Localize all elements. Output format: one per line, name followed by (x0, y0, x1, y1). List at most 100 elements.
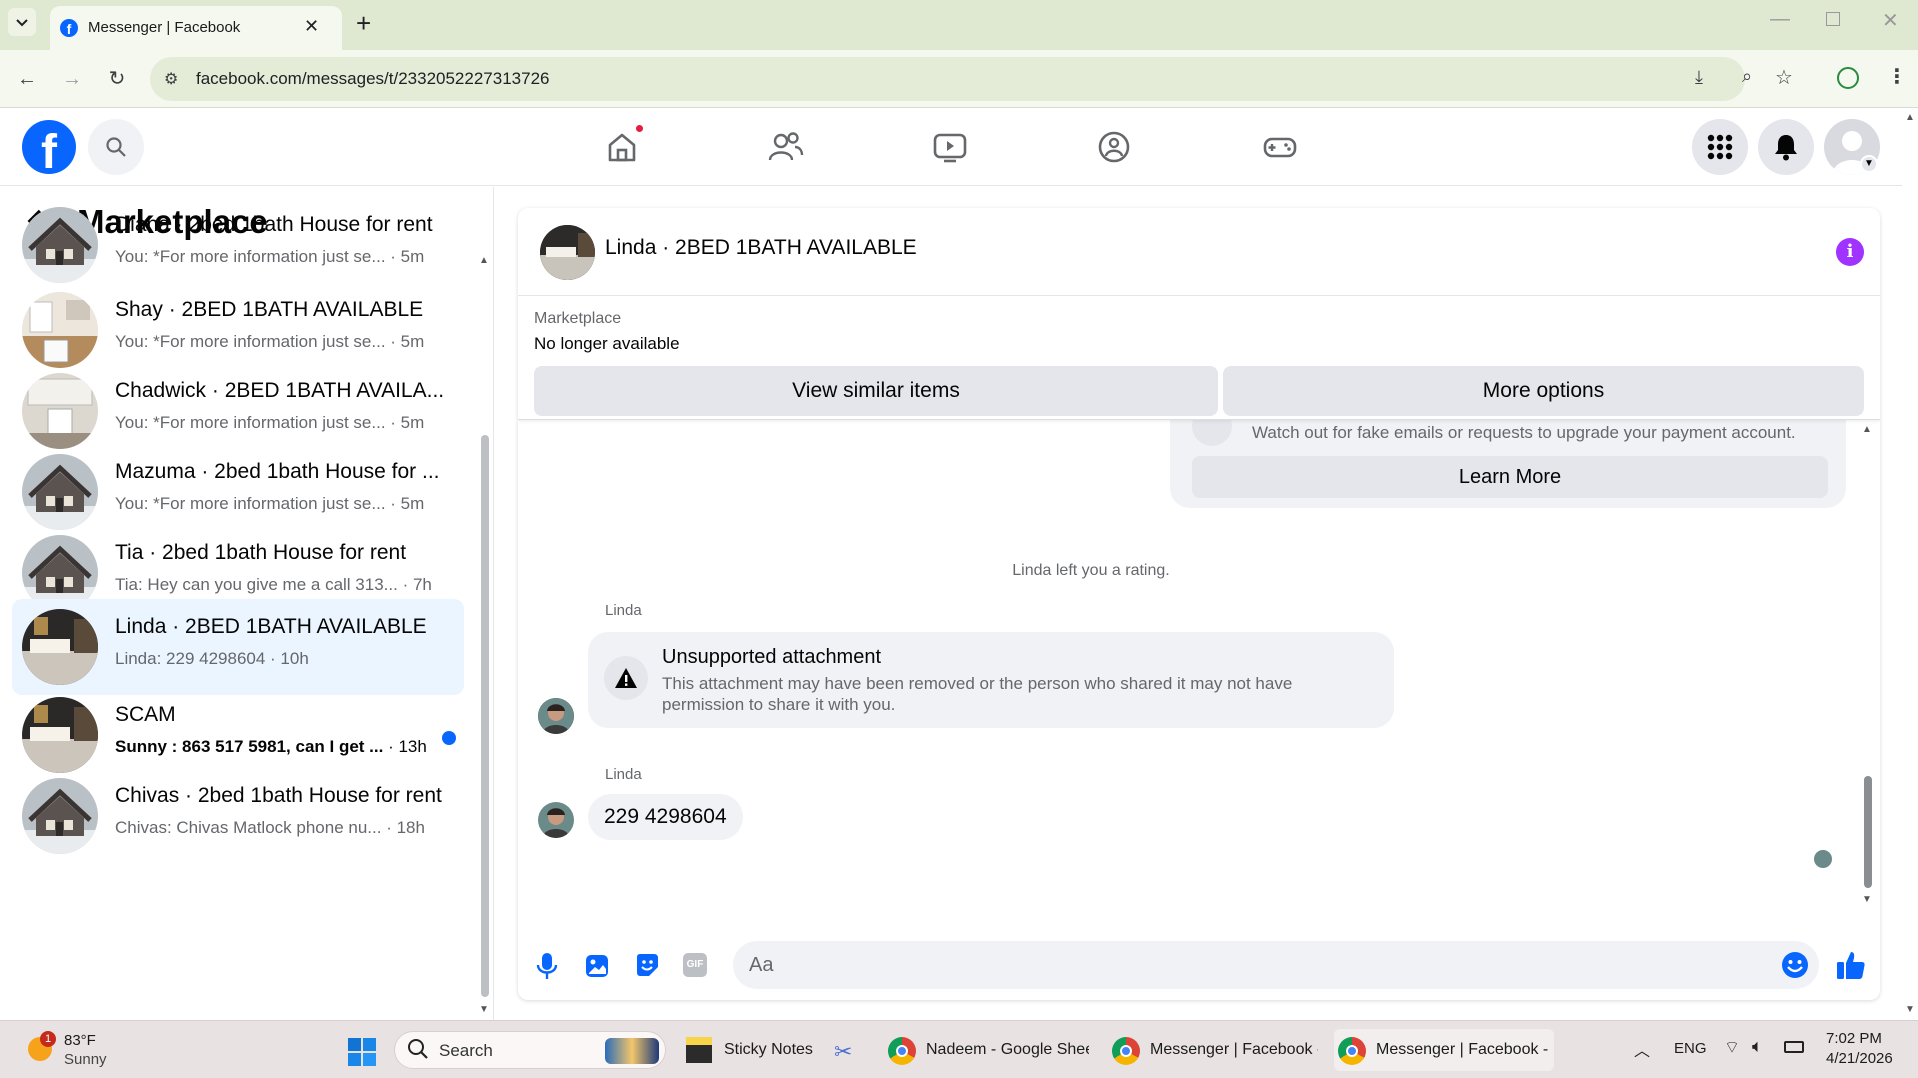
nav-friends[interactable] (756, 117, 816, 177)
clock-date[interactable]: 4/21/2026 (1826, 1050, 1893, 1067)
nav-watch[interactable] (920, 117, 980, 177)
bookmark-star-icon[interactable]: ☆ (1775, 65, 1793, 90)
chat-avatar[interactable] (540, 225, 595, 280)
chrome-messenger-app-2[interactable]: Messenger | Facebook - (1334, 1029, 1554, 1071)
search-button[interactable] (88, 119, 144, 175)
sender-avatar[interactable] (538, 802, 574, 838)
tab-list-button[interactable] (8, 8, 36, 36)
url-text[interactable]: facebook.com/messages/t/2332052227313726 (196, 69, 549, 89)
menu-button[interactable] (1692, 119, 1748, 175)
list-scroll-down-icon[interactable]: ▼ (479, 1004, 489, 1015)
conversation-item[interactable]: Diana · 2bed 1bath House for rent You: *F… (12, 197, 464, 293)
listing-status: No longer available (534, 334, 680, 353)
nav-groups[interactable] (1084, 117, 1144, 177)
close-tab-icon[interactable]: ✕ (304, 16, 319, 37)
search-highlight-image (605, 1038, 659, 1064)
browser-menu-icon[interactable]: ⋮ (1887, 64, 1907, 89)
view-similar-items-button[interactable]: View similar items (534, 366, 1218, 416)
unread-dot (442, 731, 456, 745)
search-icon (106, 137, 126, 157)
conversation-item[interactable]: Linda · 2BED 1BATH AVAILABLE Linda: 229 4… (12, 599, 464, 695)
chrome-sheets-app[interactable]: Nadeem - Google Sheet (884, 1029, 1089, 1071)
install-app-icon[interactable]: ⤓ (1695, 67, 1703, 88)
new-tab-button[interactable]: + (356, 8, 371, 38)
back-icon[interactable]: ← (12, 64, 42, 94)
message-input[interactable]: Aa (733, 941, 1819, 989)
learn-more-button[interactable]: Learn More (1192, 456, 1828, 498)
chat-scroll-up-icon[interactable]: ▲ (1862, 424, 1872, 435)
info-icon[interactable]: i (1836, 238, 1864, 266)
restore-icon[interactable] (1826, 12, 1840, 26)
conversation-time: · 13h (388, 737, 427, 756)
safety-warning-card: Watch out for fake emails or requests to… (1170, 420, 1846, 508)
more-options-button[interactable]: More options (1223, 366, 1864, 416)
reload-icon[interactable]: ↻ (102, 64, 132, 94)
sticker-icon[interactable] (634, 952, 660, 982)
conversation-preview: Chivas: Chivas Matlock phone nu... · 18h (115, 818, 455, 838)
weather-widget[interactable]: 1 83°F Sunny (26, 1031, 126, 1071)
composer: GIF Aa (518, 930, 1880, 1000)
snipping-tool-icon[interactable]: ✂ (834, 1039, 852, 1065)
wifi-icon[interactable]: ⌔ (1724, 1037, 1740, 1058)
facebook-header: f ▼ (0, 108, 1902, 186)
message-input-placeholder: Aa (749, 954, 774, 976)
conversation-item[interactable]: Chivas · 2bed 1bath House for rent Chivas… (12, 768, 464, 864)
page-scroll-up-icon[interactable]: ▲ (1905, 112, 1915, 123)
conversation-name: Chadwick · 2BED 1BATH AVAILA... (115, 379, 445, 402)
conversation-avatar (22, 454, 98, 530)
clock-time[interactable]: 7:02 PM (1826, 1030, 1882, 1047)
list-scroll-up-icon[interactable]: ▲ (479, 255, 489, 266)
nav-home[interactable] (592, 117, 652, 177)
conversation-name: Linda · 2BED 1BATH AVAILABLE (115, 615, 427, 638)
nav-gaming[interactable] (1250, 117, 1310, 177)
like-thumb-icon[interactable] (1836, 950, 1866, 984)
language-indicator[interactable]: ENG (1674, 1040, 1707, 1057)
weather-desc: Sunny (64, 1051, 107, 1068)
conversation-avatar (22, 609, 98, 685)
show-hidden-icons[interactable]: ︿ (1634, 1037, 1650, 1061)
chat-title[interactable]: Linda · 2BED 1BATH AVAILABLE (605, 236, 917, 260)
conversation-avatar (22, 373, 98, 449)
conversation-avatar (22, 778, 98, 854)
minimize-icon[interactable]: — (1770, 8, 1790, 31)
start-button[interactable] (348, 1038, 376, 1070)
profile-icon[interactable] (1837, 67, 1859, 89)
page-scroll-down-icon[interactable]: ▼ (1905, 1004, 1915, 1015)
forward-icon[interactable]: → (57, 64, 87, 94)
conversation-preview: You: *For more information just se... · … (115, 494, 455, 514)
browser-tab-bar: f Messenger | Facebook ✕ + — ✕ (0, 0, 1918, 50)
microphone-icon[interactable] (536, 952, 558, 984)
sticky-notes-app[interactable]: Sticky Notes (682, 1029, 813, 1071)
taskbar-search[interactable]: Search (394, 1031, 666, 1069)
windows-taskbar: 1 83°F Sunny Search Sticky Notes ✂ Nadee… (0, 1020, 1918, 1078)
warning-triangle-icon (604, 656, 648, 700)
battery-icon[interactable] (1784, 1041, 1804, 1053)
taskbar-app-label: Messenger | Facebook - (1376, 1041, 1549, 1058)
site-settings-icon[interactable]: ⚙ (164, 69, 178, 89)
gif-icon[interactable]: GIF (683, 953, 707, 977)
attachment-bubble[interactable]: Unsupported attachment This attachment m… (588, 632, 1394, 728)
attachment-title: Unsupported attachment (662, 646, 882, 668)
marketplace-banner: Marketplace No longer available View sim… (518, 296, 1880, 420)
zoom-icon[interactable]: ⌕ (1742, 66, 1752, 87)
chat-scroll-down-icon[interactable]: ▼ (1862, 894, 1872, 905)
chat-scrollbar-thumb[interactable] (1864, 776, 1872, 888)
account-chevron-icon[interactable]: ▼ (1860, 155, 1878, 173)
close-window-icon[interactable]: ✕ (1882, 8, 1899, 33)
home-icon (608, 133, 636, 162)
notifications-button[interactable] (1758, 119, 1814, 175)
weather-temp: 83°F (64, 1032, 96, 1049)
list-scrollbar-thumb[interactable] (481, 435, 489, 997)
sender-avatar[interactable] (538, 698, 574, 734)
attachment-body-line1: This attachment may have been removed or… (662, 674, 1293, 693)
emoji-icon[interactable] (1781, 951, 1809, 983)
chrome-messenger-app-1[interactable]: Messenger | Facebook - (1108, 1029, 1318, 1071)
conversation-preview: You: *For more information just se... · … (115, 413, 455, 433)
facebook-logo[interactable]: f (22, 120, 76, 174)
message-bubble[interactable]: 229 4298604 (588, 794, 743, 840)
browser-tab[interactable]: f Messenger | Facebook ✕ (50, 6, 342, 50)
photo-icon[interactable] (585, 952, 609, 982)
volume-icon[interactable]: 🔈︎ (1752, 1036, 1763, 1057)
address-bar[interactable]: ⚙ facebook.com/messages/t/23320522273137… (150, 57, 1793, 101)
message-area: Watch out for fake emails or requests to… (518, 420, 1880, 930)
